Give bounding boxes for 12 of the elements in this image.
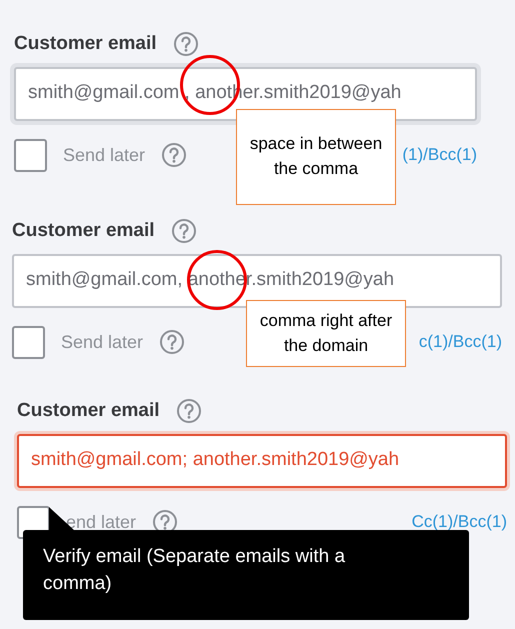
- checkbox-label: Send later: [63, 144, 146, 166]
- tooltip: Verify email (Separate emails with a comma): [23, 530, 469, 620]
- callout-tooltip: comma right after the domain: [246, 300, 406, 367]
- checkbox[interactable]: [14, 138, 47, 172]
- field-label: Customer email: [17, 399, 160, 423]
- checkbox[interactable]: [12, 326, 45, 358]
- callout-tooltip: space in between the comma: [236, 109, 396, 205]
- field-label: Customer email: [12, 219, 155, 243]
- cc-bcc-link[interactable]: c(1)/Bcc(1): [418, 329, 502, 355]
- cc-bcc-link[interactable]: (1)/Bcc(1): [402, 142, 477, 168]
- checkbox-label: Send later: [61, 330, 144, 354]
- field-label: Customer email: [14, 32, 157, 56]
